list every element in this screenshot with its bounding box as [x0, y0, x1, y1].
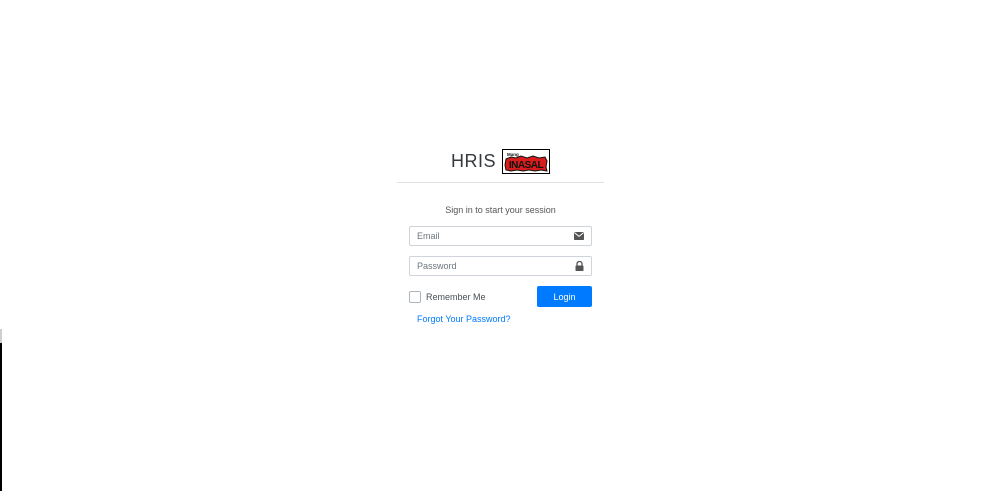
app-title: HRIS — [450, 150, 496, 171]
remember-me-label: Remember Me — [426, 291, 486, 302]
mang-inasal-logo-icon: Mang INASAL — [502, 148, 550, 174]
window-edge-highlight — [0, 329, 2, 343]
envelope-icon — [574, 231, 584, 241]
login-card-body: Sign in to start your session Email Reme… — [397, 205, 604, 324]
window-edge — [0, 329, 2, 491]
remember-me[interactable]: Remember Me — [409, 290, 486, 303]
remember-me-checkbox[interactable] — [409, 290, 421, 303]
login-button[interactable]: Login — [537, 286, 592, 307]
lock-icon — [574, 261, 584, 271]
login-logo: HRIS Mang INASAL — [397, 140, 604, 183]
forgot-password-link[interactable]: Forgot Your Password? — [417, 314, 592, 324]
password-field-group — [409, 256, 592, 276]
logo-text-top: Mang — [507, 152, 519, 157]
login-box-msg: Sign in to start your session — [445, 205, 556, 215]
logo-text-main: INASAL — [509, 160, 544, 171]
email-field-group — [409, 226, 592, 246]
login-box: HRIS Mang INASAL Sign in to start your s… — [397, 140, 604, 324]
password-field[interactable] — [410, 257, 591, 275]
login-page: HRIS Mang INASAL Sign in to start your s… — [0, 0, 1000, 491]
login-actions-row: Remember Me Login — [409, 286, 592, 307]
email-field[interactable] — [410, 227, 591, 245]
